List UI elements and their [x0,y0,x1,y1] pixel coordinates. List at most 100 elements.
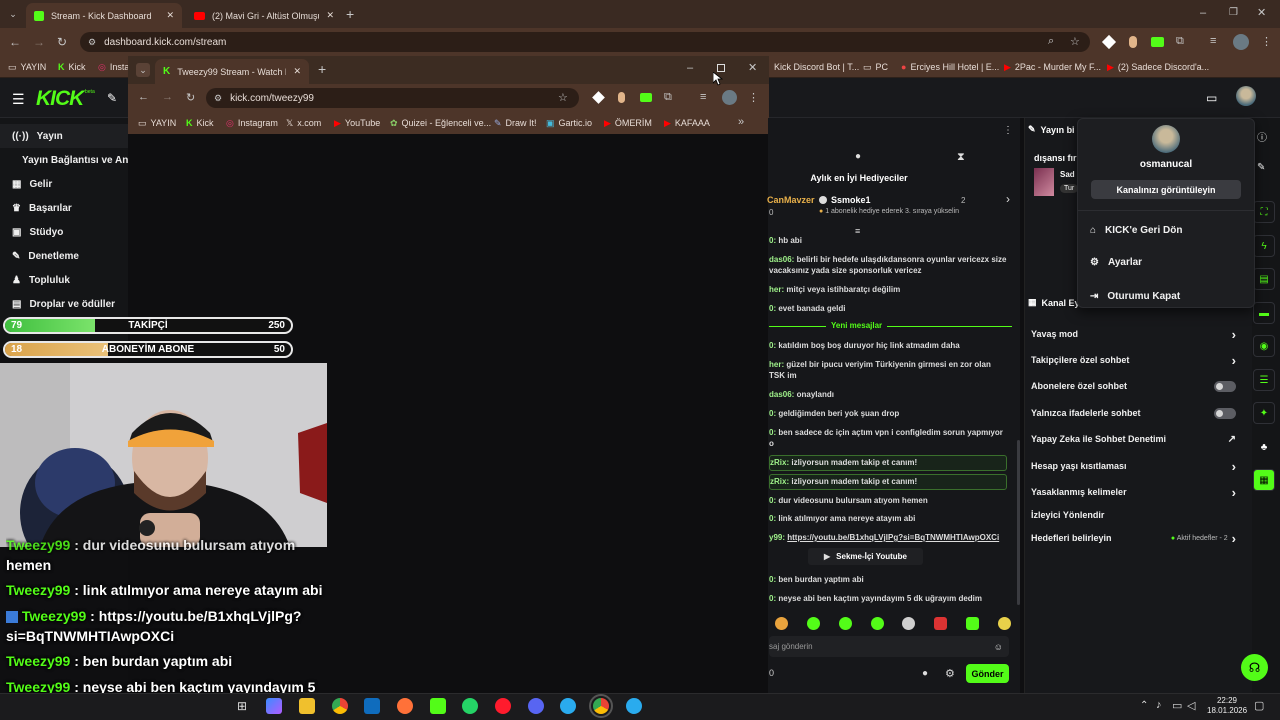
bookmark-item[interactable]: ▶ KAFAAA [664,112,710,134]
bookmark-item[interactable]: ◎ Insta [98,56,129,78]
gear-icon[interactable]: ⚙ [945,667,955,680]
bookmark-item[interactable]: ▭ PC [863,56,888,78]
bookmark-item[interactable]: ▶ 2Pac - Murder My F... [1004,56,1101,78]
kick-logo[interactable]: KICK [36,87,84,111]
sidebar-item-yayin[interactable]: ((·)) Yayın [0,124,135,148]
microphone-icon[interactable]: ♪ [1156,699,1162,711]
sidebar-item-basarilar[interactable]: ♛ Başarılar [0,196,135,220]
chrome-icon[interactable] [332,698,348,714]
kick-extension-icon[interactable] [640,93,652,102]
bookmark-item[interactable]: ▭ YAYIN [8,56,46,78]
outer-tab-youtube[interactable]: (2) Mavi Gri - Altüst Olmuşum - ✕ [186,3,342,28]
volume-icon[interactable]: ◁ [1187,699,1195,712]
menu-icon[interactable]: ⋮ [748,91,759,104]
hourglass-icon[interactable]: ⧗ [957,151,965,164]
extension-icon[interactable] [1129,36,1137,48]
back-icon[interactable]: ← [138,91,149,103]
inline-youtube-button[interactable]: ▶ Sekme-İçi Youtube [808,548,923,565]
kick-extension-icon[interactable] [1151,37,1164,47]
sidebar-item-droplar[interactable]: ▤ Droplar ve ödüller [0,292,135,316]
bookmark-item[interactable]: ✎ Draw It! [494,112,537,134]
sidebar-item-denetleme[interactable]: ✎ Denetleme [0,244,135,268]
rail-button[interactable]: ▬ [1253,302,1275,324]
chat-bubble-icon[interactable]: ● [922,668,928,679]
emote-icon[interactable] [775,616,788,630]
setting-slow-mode[interactable]: Yavaş mod › [1031,324,1236,344]
sidebar-item-gelir[interactable]: ▦ Gelir [0,172,135,196]
profile-avatar[interactable] [1233,34,1249,50]
reload-icon[interactable]: ↻ [57,35,67,49]
chat-bubble-icon[interactable]: ● [855,151,861,162]
opera-icon[interactable] [495,698,511,714]
new-tab-icon[interactable]: + [346,6,354,22]
system-clock[interactable]: 22:29 18.01.2026 [1207,696,1247,716]
emote-icon[interactable] [902,616,916,630]
emote-icon[interactable] [838,616,852,630]
close-icon[interactable]: ✕ [293,66,301,77]
bookmark-item[interactable]: ▶ ÖMERİM [604,112,652,134]
view-channel-button[interactable]: Kanalınızı görüntüleyin [1091,180,1241,199]
extension-icon[interactable] [592,91,605,104]
extensions-puzzle-icon[interactable]: ⧉ [1176,35,1184,48]
reload-icon[interactable]: ↻ [186,91,195,104]
setting-followers-only[interactable]: Takipçilere özel sohbet › [1031,350,1236,370]
emote-icon[interactable] [966,616,980,630]
file-explorer-icon[interactable] [299,698,315,714]
chevron-right-icon[interactable]: › [1006,192,1010,206]
minimize-icon[interactable]: – [1200,7,1206,19]
bookmark-item[interactable]: ● Erciyes Hill Hotel | E... [901,56,999,78]
site-info-icon[interactable]: ⚙ [214,93,222,104]
bookmark-item[interactable]: 𝕏x.com [286,112,321,134]
tray-chevron-icon[interactable]: ⌃ [1140,700,1148,711]
rail-button[interactable]: ▤ [1253,268,1275,290]
setting-host-viewers[interactable]: İzleyici Yönlendir [1031,505,1236,525]
media-icon[interactable]: ≡ [700,91,706,103]
bookmark-item[interactable]: ◎ Instagram [226,112,278,134]
telegram-icon[interactable] [626,698,642,714]
discord-icon[interactable] [528,698,544,714]
bookmark-item[interactable]: ▣ Gartic.io [546,112,592,134]
setting-subscribers-only[interactable]: Abonelere özel sohbet [1031,376,1236,396]
dropdown-item-logout[interactable]: ⇥ Oturumu Kapat [1090,285,1180,307]
close-window-icon[interactable]: ✕ [1257,6,1266,19]
bookmark-item[interactable]: K Kick [186,112,214,134]
bookmark-star-icon[interactable]: ☆ [558,91,568,104]
setting-emotes-only[interactable]: Yalnızca ifadelerle sohbet [1031,403,1236,423]
cast-icon[interactable]: ▭ [1206,91,1217,105]
emote-icon[interactable] [806,616,820,630]
sidebar-item-studyo[interactable]: ▣ Stüdyo [0,220,135,244]
setting-ai-moderation[interactable]: Yapay Zeka ile Sohbet Denetimi ↗ [1031,429,1236,449]
bookmark-item[interactable]: ▶ (2) Sadece Discord'a... [1107,56,1209,78]
hamburger-menu-icon[interactable]: ☰ [12,91,25,108]
chrome-active-icon[interactable] [589,694,613,718]
back-icon[interactable]: ← [9,35,21,49]
rail-button[interactable]: ⛶ [1253,201,1275,223]
rail-button[interactable]: ✦ [1253,402,1275,424]
chat-link[interactable]: https://youtu.be/B1xhqLVjlPg?si=BqTNWMHT… [787,533,999,542]
new-tab-icon[interactable]: + [318,61,326,77]
network-icon[interactable]: ▭ [1172,699,1182,712]
emoji-picker-icon[interactable]: ☺ [994,642,1003,652]
close-icon[interactable]: ✕ [326,10,334,21]
outer-tab-kick-dashboard[interactable]: Stream - Kick Dashboard ✕ [26,3,182,28]
popup-url-field[interactable]: ⚙ kick.com/tweezy99 [206,88,579,108]
sidebar-item-topluluk[interactable]: ♟ Topluluk [0,268,135,292]
close-window-icon[interactable]: ✕ [748,61,757,74]
rail-button[interactable]: ☰ [1253,369,1275,391]
edit-icon[interactable]: ✎ [1257,162,1265,173]
outer-url-field[interactable]: ⚙ dashboard.kick.com/stream [80,32,1090,52]
help-chat-button[interactable]: ☊ [1241,654,1268,681]
chat-menu-icon[interactable]: ⋮ [1003,125,1013,136]
setting-banned-words[interactable]: Yasaklanmış kelimeler › [1031,482,1236,502]
zoom-icon[interactable]: ⌕ [1048,35,1054,48]
bookmark-item[interactable]: ▶ YouTube [334,112,380,134]
rail-button[interactable]: ϟ [1253,235,1275,257]
extension-icon[interactable] [1101,34,1117,50]
bookmark-star-icon[interactable]: ☆ [1070,35,1080,48]
emote-icon[interactable] [934,616,948,630]
restore-icon[interactable]: ❐ [1229,7,1238,18]
rail-button[interactable]: ♣ [1253,436,1275,458]
more-bookmarks-icon[interactable]: » [738,116,744,128]
task-view-icon[interactable]: ⊞ [237,699,247,713]
media-icon[interactable]: ≡ [1210,35,1216,47]
